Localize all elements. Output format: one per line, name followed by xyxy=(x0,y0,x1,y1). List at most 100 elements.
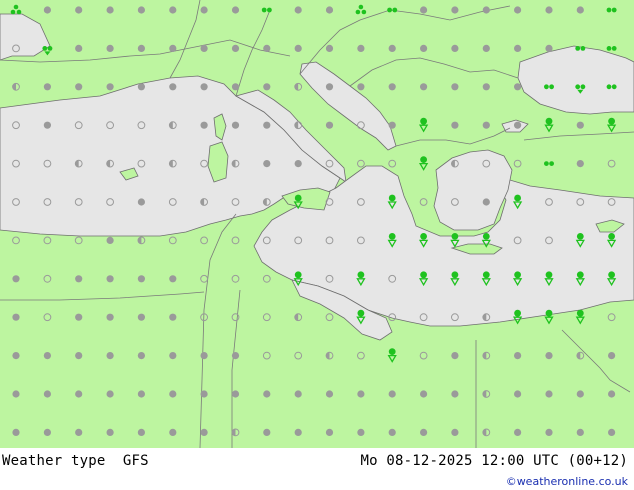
overcast-symbol xyxy=(137,83,145,91)
overcast-symbol xyxy=(514,352,522,360)
overcast-symbol xyxy=(137,390,145,398)
overcast-symbol xyxy=(106,83,114,91)
overcast-symbol xyxy=(75,390,83,398)
overcast-symbol xyxy=(231,121,240,129)
overcast-symbol xyxy=(263,83,271,91)
overcast-symbol xyxy=(263,390,271,398)
overcast-symbol xyxy=(106,236,114,244)
overcast-symbol xyxy=(325,121,334,129)
overcast-symbol xyxy=(12,428,20,436)
overcast-symbol xyxy=(106,313,114,321)
overcast-symbol xyxy=(200,83,208,91)
overcast-symbol xyxy=(294,390,302,398)
overcast-symbol xyxy=(514,44,522,53)
overcast-symbol xyxy=(43,6,52,14)
overcast-symbol xyxy=(545,6,553,14)
overcast-symbol xyxy=(200,6,208,14)
overcast-symbol xyxy=(420,6,428,14)
overcast-symbol xyxy=(263,44,271,53)
overcast-symbol xyxy=(451,352,459,360)
overcast-symbol xyxy=(43,121,52,129)
weather-map xyxy=(0,0,634,448)
overcast-symbol xyxy=(137,6,145,14)
overcast-symbol xyxy=(357,83,365,91)
model-name: GFS xyxy=(122,453,149,469)
overcast-symbol xyxy=(325,428,334,436)
overcast-symbol xyxy=(482,44,490,53)
product-name: Weather type xyxy=(2,453,106,469)
overcast-symbol xyxy=(75,44,83,53)
overcast-symbol xyxy=(451,428,459,436)
overcast-symbol xyxy=(263,160,271,168)
overcast-symbol xyxy=(482,198,490,206)
overcast-symbol xyxy=(420,428,428,436)
footer: Weather type GFS Mo 08-12-2025 12:00 UTC… xyxy=(0,448,634,490)
overcast-symbol xyxy=(294,6,302,14)
overcast-symbol xyxy=(43,352,52,360)
overcast-symbol xyxy=(451,390,459,398)
overcast-symbol xyxy=(137,44,145,53)
overcast-symbol xyxy=(43,428,52,436)
overcast-symbol xyxy=(325,83,334,91)
overcast-symbol xyxy=(608,390,616,398)
overcast-symbol xyxy=(106,428,114,436)
overcast-symbol xyxy=(106,6,114,14)
overcast-symbol xyxy=(325,390,334,398)
valid-time: Mo 08-12-2025 12:00 UTC (00+12) xyxy=(360,453,628,469)
overcast-symbol xyxy=(169,6,177,14)
overcast-symbol xyxy=(231,390,240,398)
overcast-symbol xyxy=(43,83,52,91)
overcast-symbol xyxy=(576,160,584,168)
overcast-symbol xyxy=(169,44,177,53)
overcast-symbol xyxy=(106,352,114,360)
overcast-symbol xyxy=(294,160,302,168)
credit-link[interactable]: ©weatheronline.co.uk xyxy=(506,475,628,488)
overcast-symbol xyxy=(388,390,396,398)
overcast-symbol xyxy=(420,390,428,398)
overcast-symbol xyxy=(514,6,522,14)
overcast-symbol xyxy=(545,44,553,53)
product-caption: Weather type GFS xyxy=(2,453,149,469)
overcast-symbol xyxy=(169,275,177,283)
overcast-symbol xyxy=(545,352,553,360)
overcast-symbol xyxy=(514,83,522,91)
overcast-symbol xyxy=(482,6,490,14)
overcast-symbol xyxy=(169,428,177,436)
overcast-symbol xyxy=(200,44,208,53)
overcast-symbol xyxy=(231,83,240,91)
overcast-symbol xyxy=(263,121,271,129)
overcast-symbol xyxy=(294,44,302,53)
overcast-symbol xyxy=(388,428,396,436)
overcast-symbol xyxy=(169,352,177,360)
overcast-symbol xyxy=(608,352,616,360)
overcast-symbol xyxy=(357,44,365,53)
overcast-symbol xyxy=(514,121,522,129)
overcast-symbol xyxy=(75,83,83,91)
overcast-symbol xyxy=(451,83,459,91)
overcast-symbol xyxy=(451,44,459,53)
overcast-symbol xyxy=(420,83,428,91)
overcast-symbol xyxy=(106,390,114,398)
overcast-symbol xyxy=(576,428,584,436)
overcast-symbol xyxy=(200,390,208,398)
overcast-symbol xyxy=(200,121,208,129)
overcast-symbol xyxy=(137,428,145,436)
overcast-symbol xyxy=(325,6,334,14)
overcast-symbol xyxy=(482,83,490,91)
overcast-symbol xyxy=(451,6,459,14)
overcast-symbol xyxy=(12,352,20,360)
overcast-symbol xyxy=(576,121,584,129)
overcast-symbol xyxy=(12,390,20,398)
overcast-symbol xyxy=(75,6,83,14)
overcast-symbol xyxy=(357,428,365,436)
overcast-symbol xyxy=(576,6,584,14)
overcast-symbol xyxy=(169,313,177,321)
overcast-symbol xyxy=(137,352,145,360)
overcast-symbol xyxy=(294,428,302,436)
overcast-symbol xyxy=(75,275,83,283)
overcast-symbol xyxy=(388,44,396,53)
overcast-symbol xyxy=(12,313,20,321)
overcast-symbol xyxy=(200,352,208,360)
overcast-symbol xyxy=(388,83,396,91)
overcast-symbol xyxy=(75,313,83,321)
